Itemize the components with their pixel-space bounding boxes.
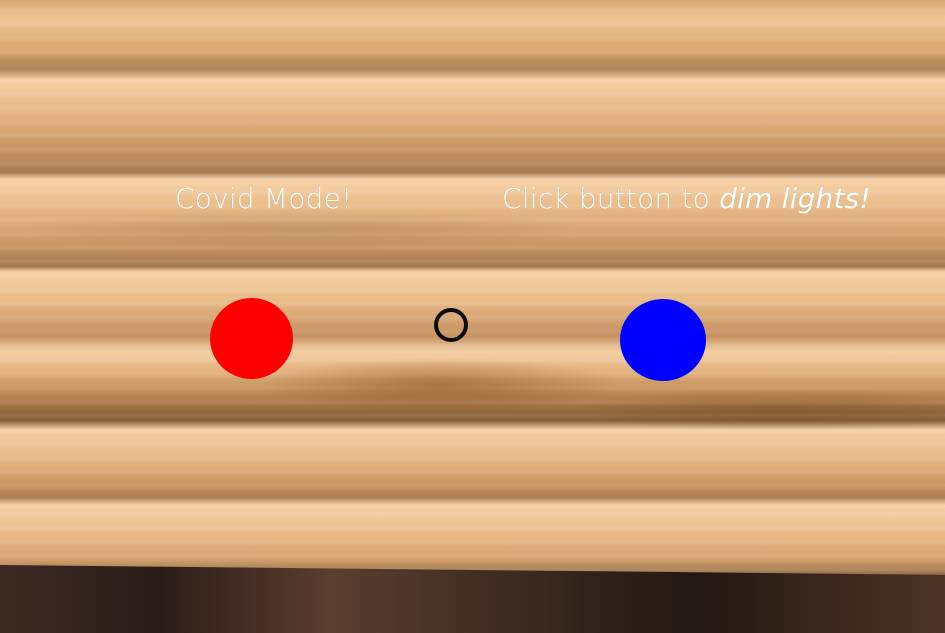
dim-lights-instruction-emphasis: dim lights! <box>719 182 871 215</box>
vr-scene: Covid Mode! Click button to dim lights! <box>0 0 945 633</box>
dim-lights-instruction-prefix: Click button to <box>502 182 720 215</box>
covid-mode-button[interactable] <box>210 298 293 379</box>
floor-background <box>0 565 945 633</box>
ring-cursor-icon <box>434 308 468 342</box>
covid-mode-label: Covid Mode! <box>175 182 353 215</box>
dim-lights-instruction: Click button to dim lights! <box>502 182 871 215</box>
wooden-blinds-background <box>0 0 945 575</box>
dim-lights-button[interactable] <box>620 299 706 381</box>
